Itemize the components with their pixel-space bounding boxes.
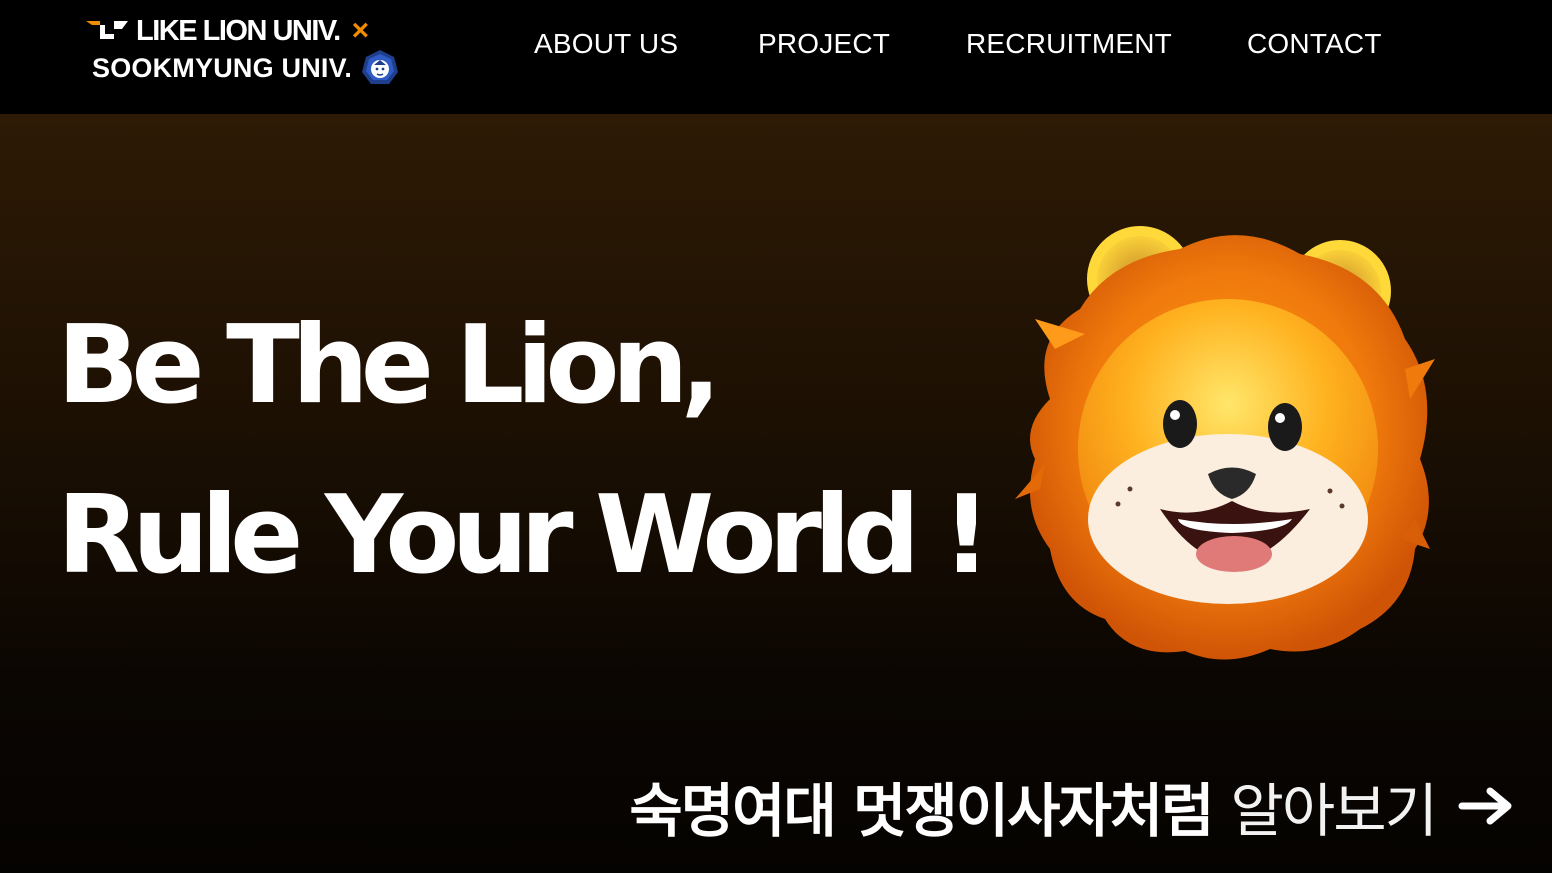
- likelion-mark-icon: [86, 21, 128, 39]
- logo-line-2: SOOKMYUNG UNIV.: [92, 48, 400, 88]
- logo-line-1: LIKE LION UNIV. ×: [84, 14, 369, 48]
- site-header: LIKE LION UNIV. × SOOKMYUNG UNIV. ABOUT …: [0, 0, 1552, 114]
- cta-light-text: 알아보기: [1230, 777, 1438, 845]
- site-logo[interactable]: LIKE LION UNIV. × SOOKMYUNG UNIV.: [84, 12, 429, 92]
- hero-headline-line-1: Be The Lion,: [57, 303, 722, 428]
- learn-more-link[interactable]: 숙명여대 멋쟁이사자처럼 알아보기: [629, 764, 1516, 848]
- logo-likelion-text: LIKE LION UNIV.: [136, 14, 341, 47]
- nav-contact[interactable]: CONTACT: [1247, 28, 1382, 60]
- hero-headline-line-2: Rule Your World !: [57, 473, 991, 598]
- logo-sookmyung-text: SOOKMYUNG UNIV.: [92, 52, 353, 83]
- nav-about-us[interactable]: ABOUT US: [534, 28, 678, 60]
- arrow-right-icon: [1458, 787, 1512, 825]
- nav-project[interactable]: PROJECT: [758, 28, 890, 60]
- sookmyung-emblem-icon: [362, 50, 399, 84]
- nav-recruitment[interactable]: RECRUITMENT: [966, 28, 1172, 60]
- cta-bold-text: 숙명여대 멋쟁이사자처럼: [629, 777, 1214, 845]
- lion-mascot-icon: [1015, 226, 1435, 660]
- hero-section: Be The Lion, Rule Your World ! 숙명여대 멋쟁이사…: [0, 114, 1552, 873]
- logo-separator: ×: [351, 14, 370, 47]
